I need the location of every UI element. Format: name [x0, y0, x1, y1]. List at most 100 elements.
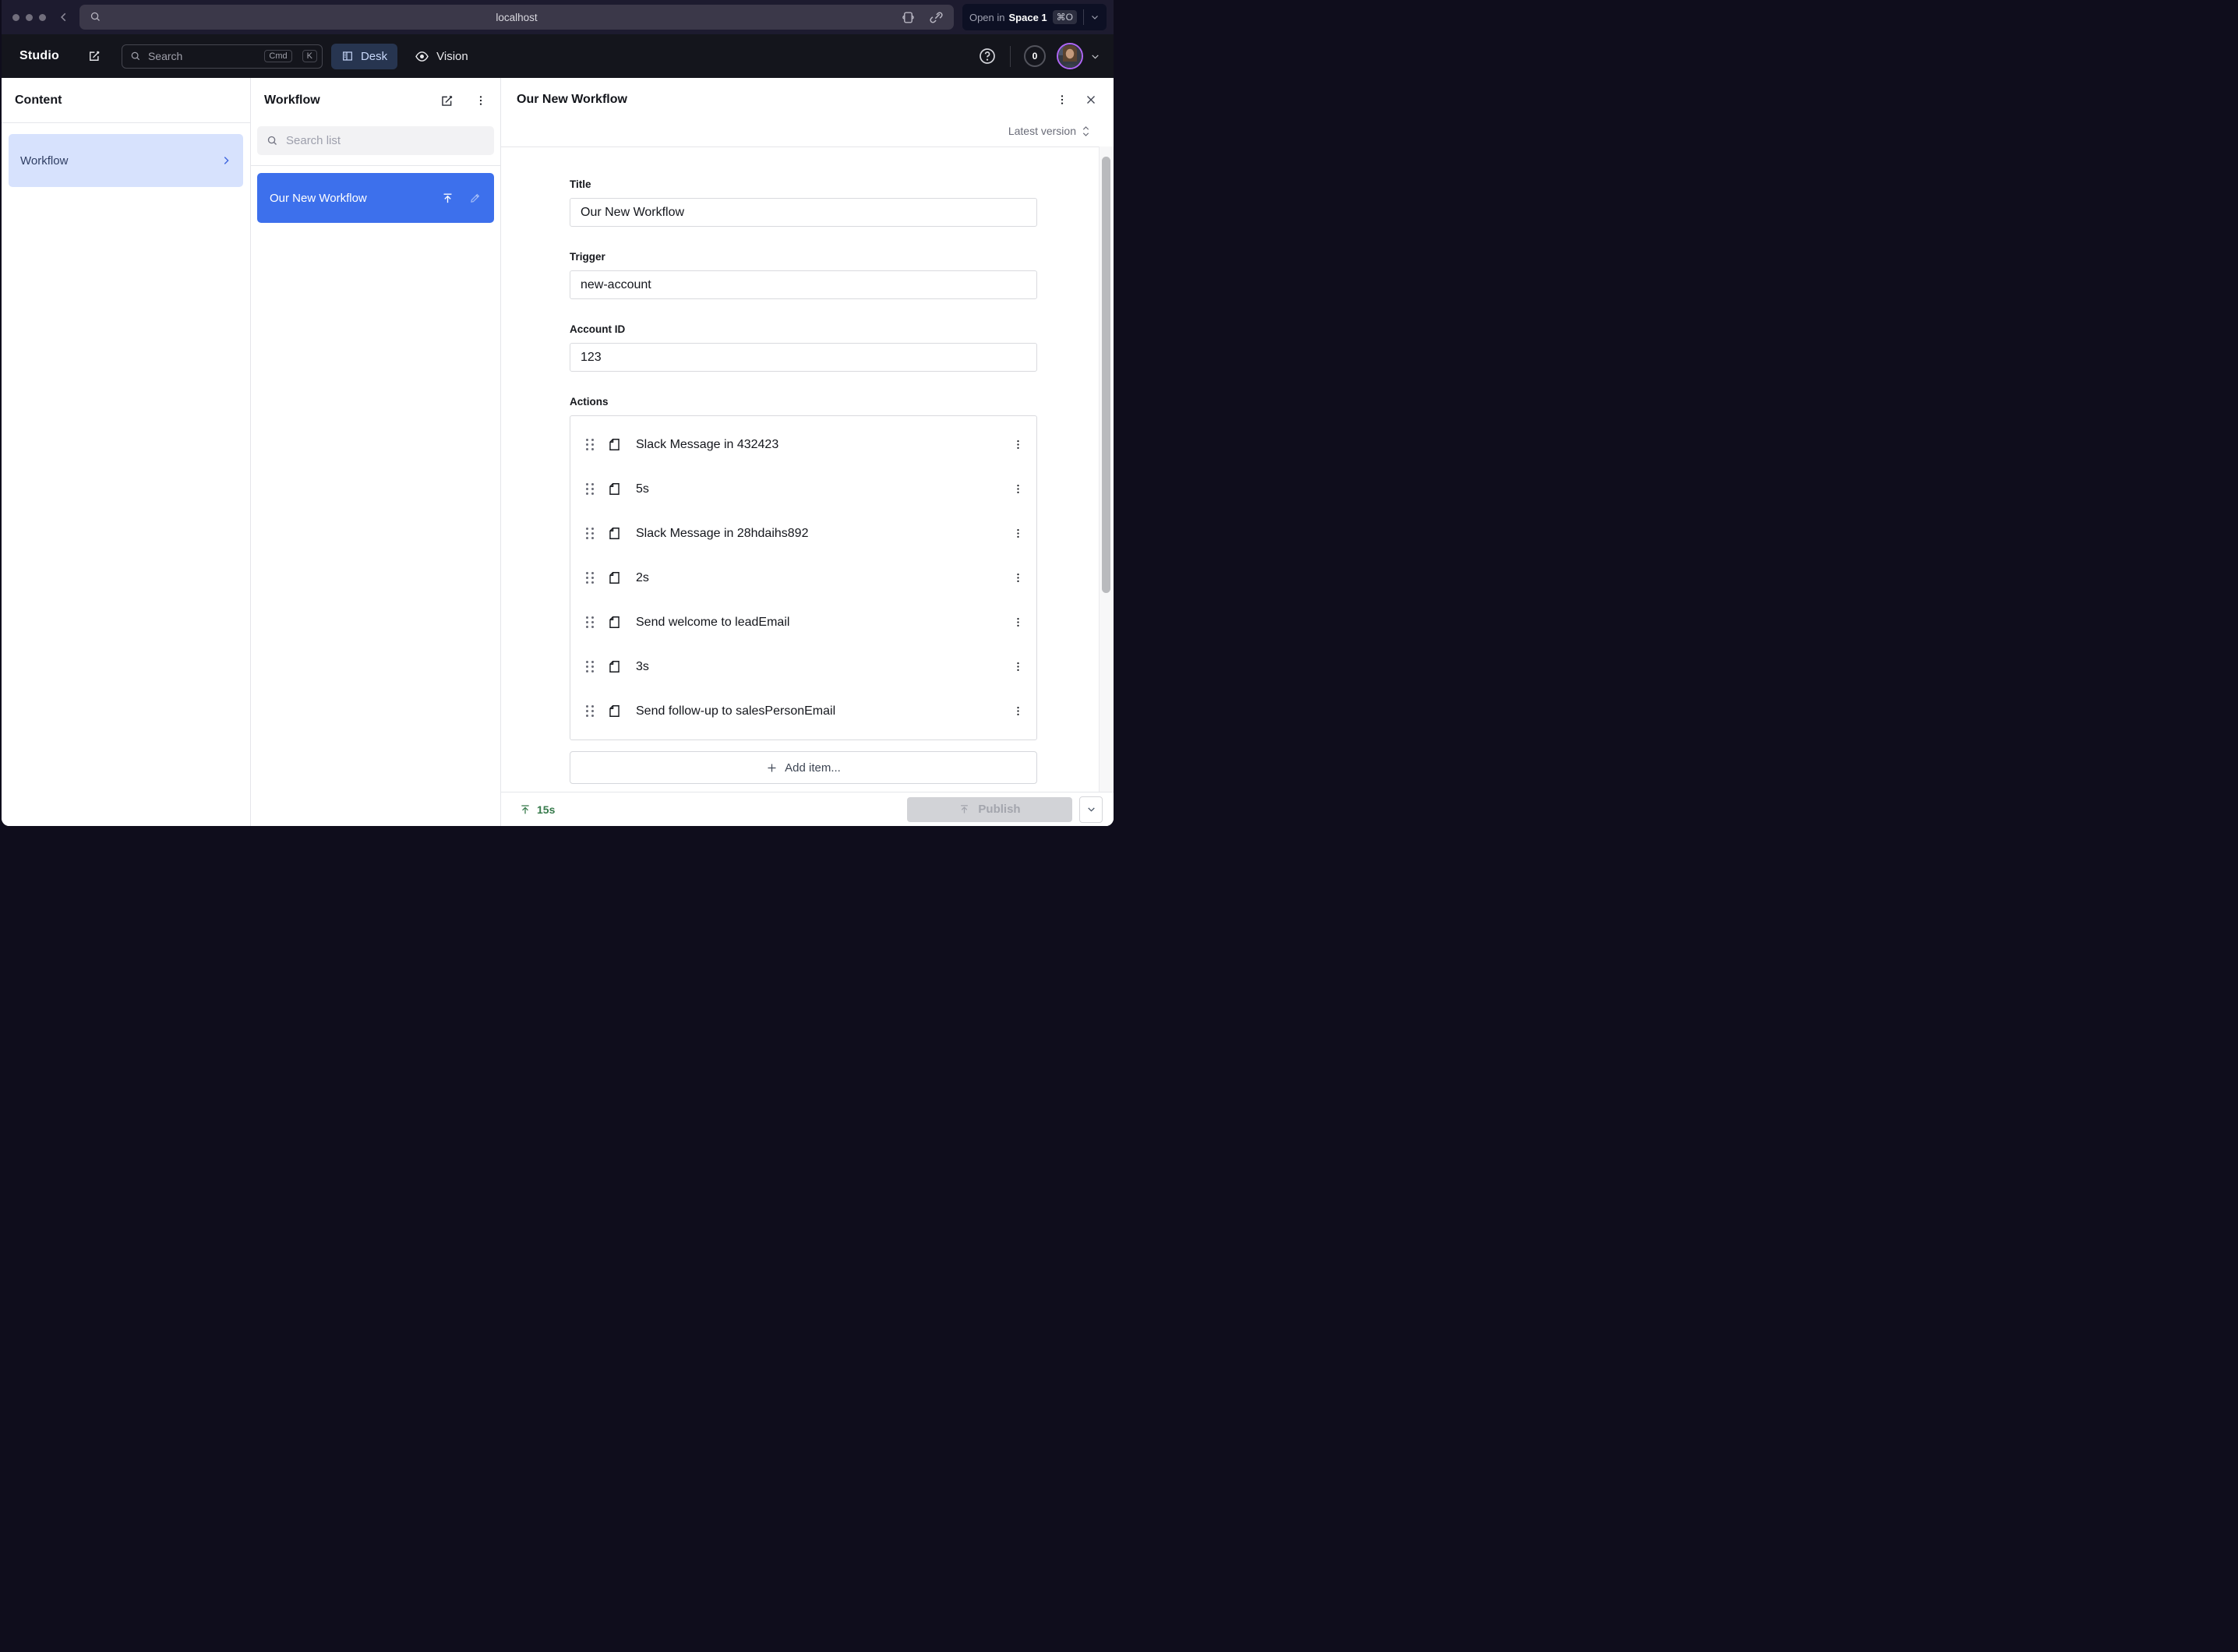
content-pane-header: Content	[2, 78, 250, 123]
trigger-field[interactable]	[570, 270, 1037, 299]
edit-status-icon	[469, 192, 482, 204]
field-label-actions: Actions	[570, 396, 1037, 408]
action-item-label: Send follow-up to salesPersonEmail	[636, 704, 835, 718]
field-label-title: Title	[570, 178, 1037, 190]
publish-arrow-icon	[519, 803, 531, 816]
content-pane: Content Workflow	[2, 78, 251, 826]
close-window-icon[interactable]	[12, 14, 19, 21]
action-item[interactable]: Send welcome to leadEmail	[570, 600, 1036, 644]
kebab-menu-icon[interactable]	[1012, 528, 1024, 539]
browser-window: localhost Open in Space 1 ⌘O Studio Sear…	[2, 0, 1114, 826]
drag-handle-icon[interactable]	[586, 572, 594, 584]
link-icon[interactable]	[929, 10, 944, 25]
kebab-menu-icon[interactable]	[1012, 616, 1024, 628]
divider	[1010, 46, 1011, 67]
kebab-menu-icon[interactable]	[1012, 705, 1024, 717]
add-item-button[interactable]: Add item...	[570, 751, 1037, 784]
kebab-menu-icon[interactable]	[1012, 572, 1024, 584]
open-in-space-button[interactable]: Open in Space 1 ⌘O	[962, 4, 1107, 30]
action-item[interactable]: Slack Message in 28hdaihs892	[570, 511, 1036, 556]
scrollbar-thumb[interactable]	[1102, 157, 1110, 593]
publish-menu-button[interactable]	[1079, 796, 1103, 823]
traffic-lights[interactable]	[12, 14, 46, 21]
drag-handle-icon[interactable]	[586, 705, 594, 717]
chevron-right-icon	[221, 155, 231, 166]
kebab-menu-icon[interactable]	[475, 94, 487, 107]
document-icon	[607, 437, 622, 452]
pane-item-label: Workflow	[20, 154, 68, 168]
new-document-button[interactable]	[87, 49, 101, 63]
action-item[interactable]: Send follow-up to salesPersonEmail	[570, 689, 1036, 733]
shortcut-chip: ⌘O	[1053, 10, 1077, 24]
compose-icon[interactable]	[439, 94, 454, 108]
editor-scrollbar[interactable]	[1099, 146, 1114, 792]
desk-icon	[341, 50, 354, 62]
title-field[interactable]	[570, 198, 1037, 227]
drag-handle-icon[interactable]	[586, 661, 594, 672]
drag-handle-icon[interactable]	[586, 439, 594, 450]
address-bar[interactable]: localhost	[79, 5, 954, 30]
account-id-field[interactable]	[570, 343, 1037, 372]
sidebar-item-workflow[interactable]: Workflow	[9, 134, 243, 187]
close-icon[interactable]	[1084, 93, 1098, 107]
document-editor-pane: Our New Workflow Latest version Title	[501, 78, 1114, 826]
add-item-label: Add item...	[785, 761, 841, 775]
action-item[interactable]: 5s	[570, 467, 1036, 511]
action-item[interactable]: 3s	[570, 644, 1036, 689]
cmd-key-chip: Cmd	[264, 50, 291, 62]
global-search-input[interactable]: Search Cmd K	[122, 44, 323, 69]
list-pane-header: Workflow	[251, 78, 500, 123]
action-item[interactable]: Slack Message in 432423	[570, 422, 1036, 467]
action-item-label: 2s	[636, 571, 649, 585]
avatar-photo	[1058, 44, 1082, 68]
search-icon	[130, 51, 141, 62]
document-icon	[607, 659, 622, 674]
chevron-left-icon	[58, 12, 69, 23]
tab-desk[interactable]: Desk	[331, 44, 397, 69]
publish-button[interactable]: Publish	[907, 797, 1072, 822]
list-item-our-new-workflow[interactable]: Our New Workflow	[257, 173, 494, 223]
editor-header: Our New Workflow Latest version	[501, 78, 1114, 147]
drag-handle-icon[interactable]	[586, 483, 594, 495]
plus-icon	[766, 762, 778, 774]
help-icon[interactable]	[978, 47, 997, 65]
list-item-label: Our New Workflow	[270, 192, 367, 205]
version-selector[interactable]: Latest version	[517, 115, 1098, 146]
divider	[1083, 9, 1084, 25]
reader-mode-icon[interactable]	[901, 10, 916, 25]
action-item[interactable]: 2s	[570, 556, 1036, 600]
presence-badge[interactable]: 0	[1024, 45, 1046, 67]
field-label-trigger: Trigger	[570, 251, 1037, 263]
document-title: Our New Workflow	[517, 93, 627, 107]
zoom-window-icon[interactable]	[39, 14, 46, 21]
drag-handle-icon[interactable]	[586, 616, 594, 628]
kebab-menu-icon[interactable]	[1012, 661, 1024, 672]
drag-handle-icon[interactable]	[586, 528, 594, 539]
review-changes-button[interactable]: 15s	[519, 803, 555, 816]
action-item-label: Slack Message in 432423	[636, 438, 778, 452]
eye-icon	[415, 49, 429, 64]
pane-title: Workflow	[264, 94, 320, 108]
studio-logo[interactable]: Studio	[19, 49, 59, 63]
actions-list: Slack Message in 432423 5s Slack Message…	[570, 415, 1037, 740]
publish-label: Publish	[978, 803, 1020, 816]
user-menu-caret[interactable]	[1090, 51, 1100, 62]
list-search-input[interactable]	[286, 134, 485, 147]
action-item-label: 3s	[636, 660, 649, 674]
kebab-menu-icon[interactable]	[1012, 483, 1024, 495]
document-icon	[607, 570, 622, 585]
list-search-box[interactable]	[257, 126, 494, 155]
user-avatar[interactable]	[1057, 43, 1083, 69]
tab-desk-label: Desk	[361, 50, 387, 63]
open-in-label: Open in	[969, 12, 1005, 23]
tab-vision-label: Vision	[436, 50, 468, 63]
search-icon	[90, 11, 101, 23]
minimize-window-icon[interactable]	[26, 14, 33, 21]
chevron-down-icon[interactable]	[1090, 12, 1100, 22]
kebab-menu-icon[interactable]	[1056, 94, 1068, 106]
browser-titlebar: localhost Open in Space 1 ⌘O	[2, 0, 1114, 34]
kebab-menu-icon[interactable]	[1012, 439, 1024, 450]
compose-icon	[87, 49, 101, 63]
browser-back-button[interactable]	[58, 12, 69, 23]
tab-vision[interactable]: Vision	[408, 44, 475, 69]
